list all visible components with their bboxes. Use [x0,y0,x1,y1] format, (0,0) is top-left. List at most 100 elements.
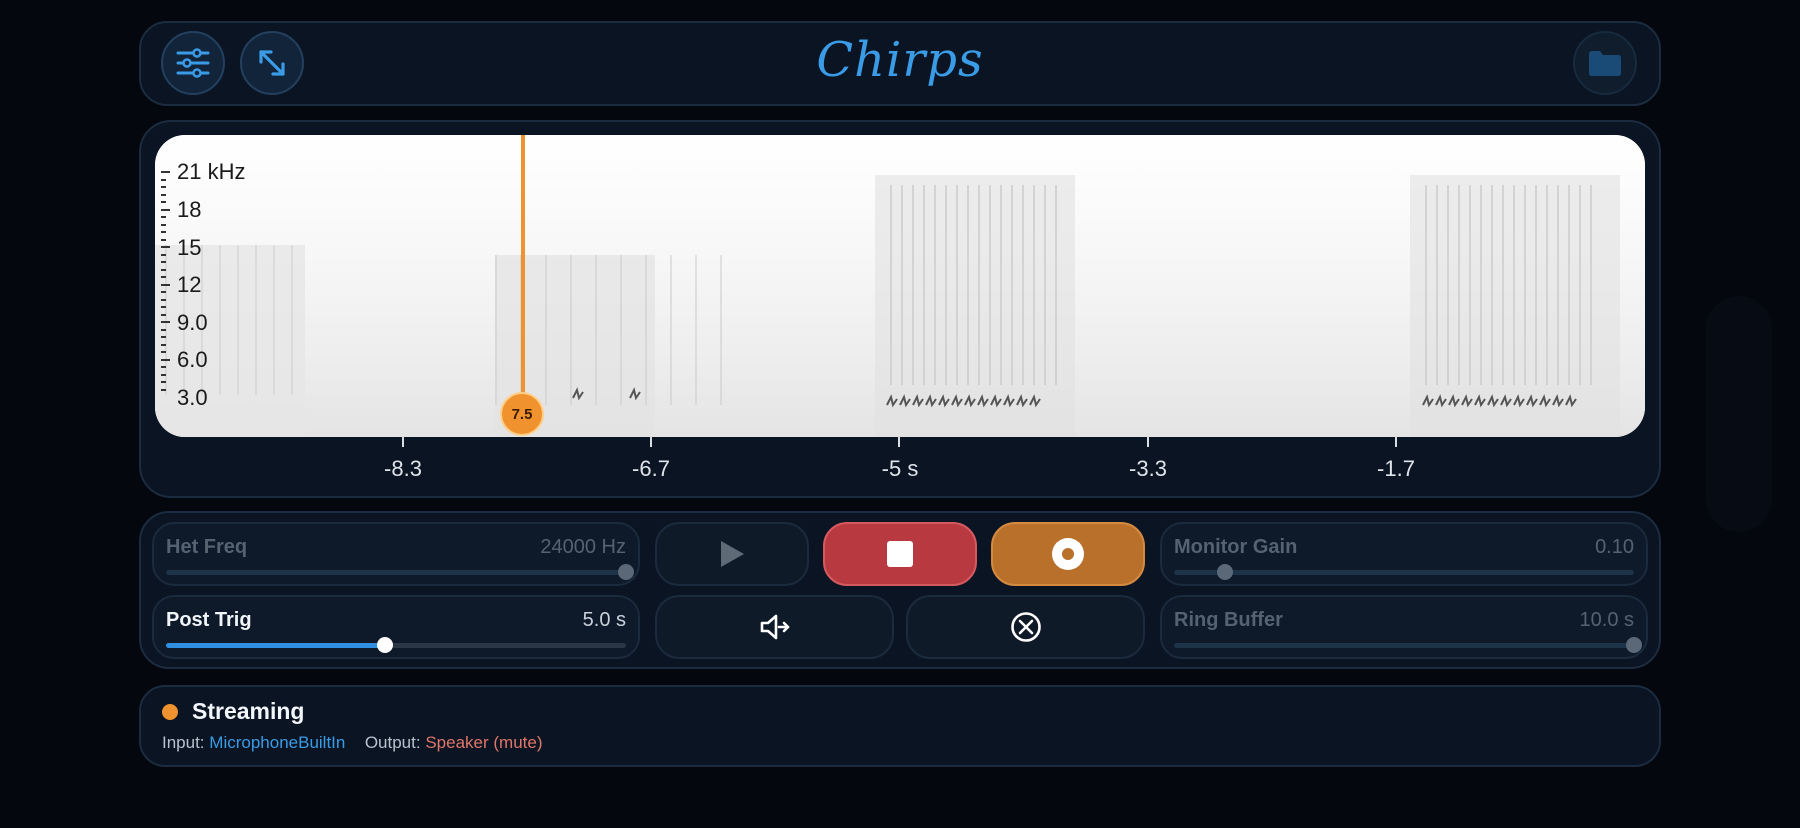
y-minor-tick [161,216,166,218]
y-minor-tick [161,388,166,391]
input-label: Input: [162,733,205,752]
x-tick [898,436,900,447]
spectro-streak [720,255,722,405]
clear-icon [1010,612,1041,642]
y-minor-tick [161,336,166,338]
ring-buffer-track [1174,637,1642,653]
spectrogram-view[interactable]: 21 kHz 18 15 12 9.0 6.0 3.0 [155,135,1645,437]
play-button[interactable] [655,522,809,586]
open-folder-button[interactable] [1573,31,1637,95]
y-minor-tick [161,268,166,271]
post-trig-knob[interactable] [376,637,393,653]
spectro-streak [570,255,572,405]
post-trig-value: 5.0 s [582,609,626,631]
spectro-streak [1044,185,1046,385]
post-trig-slider[interactable]: Post Trig 5.0 s [152,595,640,659]
het-freq-label: Het Freq [166,536,248,558]
spectro-streak [1524,185,1526,385]
spectro-streak [890,185,892,385]
y-label-9: 9.0 [177,310,208,335]
spectro-streak [1480,185,1482,385]
y-minor-tick [161,381,166,383]
monitor-gain-value: 0.10 [1595,536,1634,558]
playhead-handle[interactable]: 7.5 [500,392,544,436]
folder-icon [1589,51,1621,76]
y-minor-tick [161,201,166,203]
y-minor-tick [161,313,166,316]
spectro-streak [1425,185,1427,385]
output-label: Output: [364,733,421,752]
spectro-streak [912,185,914,385]
y-label-3: 3.0 [177,385,208,410]
playhead-label: 7.5 [511,405,533,423]
y-minor-tick [161,253,166,256]
spectro-streak [645,255,647,405]
y-minor-tick [161,358,170,361]
spectro-streak [1458,185,1460,385]
spectro-streak [237,245,239,395]
spectro-streak [1011,185,1013,385]
spectro-streak [291,245,293,395]
het-freq-value: 24000 Hz [540,536,626,558]
y-minor-tick [161,306,166,308]
x-label-1.7: -1.7 [1377,456,1415,481]
spectro-streak [901,185,903,385]
post-trig-fill [166,643,385,648]
ring-buffer-slider[interactable]: Ring Buffer 10.0 s [1160,595,1648,659]
post-trig-label: Post Trig [166,609,252,631]
ring-buffer-knob[interactable] [1626,637,1642,653]
spectro-streak [255,245,257,395]
monitor-gain-label: Monitor Gain [1174,536,1298,558]
y-minor-tick [161,171,170,173]
play-icon [721,541,744,567]
y-minor-tick [161,373,166,376]
y-minor-tick [161,321,170,323]
status-text: Streaming [192,698,305,724]
mute-output-button[interactable] [655,595,894,659]
y-label-6: 6.0 [177,347,208,372]
spectro-streak [1491,185,1493,385]
spectro-streak [945,185,947,385]
record-icon [1052,538,1084,570]
y-minor-tick [161,261,166,263]
y-minor-tick [161,238,166,241]
spectro-streak [273,245,275,395]
spectro-streak [695,255,697,405]
spectro-streak [1557,185,1559,385]
y-minor-tick [161,351,166,353]
spectro-streak [989,185,991,385]
het-freq-track [166,564,634,580]
spectro-streak [620,255,622,405]
stop-icon [887,541,913,567]
status-dot [162,704,178,720]
het-freq-slider[interactable]: Het Freq 24000 Hz [152,522,640,586]
input-device[interactable]: MicrophoneBuiltIn [209,733,345,752]
ring-buffer-label: Ring Buffer [1174,609,1283,631]
spectro-streak [595,255,597,405]
spectro-streak [1513,185,1515,385]
monitor-gain-slider[interactable]: Monitor Gain 0.10 [1160,522,1648,586]
spectro-streak [1469,185,1471,385]
output-device[interactable]: Speaker (mute) [425,733,542,752]
spectro-streak [1055,185,1057,385]
y-minor-tick [161,186,166,188]
stop-button[interactable] [823,522,977,586]
x-label-6.7: -6.7 [632,456,670,481]
y-minor-tick [161,343,166,346]
spectro-streak [1535,185,1537,385]
record-button[interactable] [991,522,1145,586]
x-label-3.3: -3.3 [1129,456,1167,481]
x-tick [1395,436,1397,447]
spectro-streak [545,255,547,405]
y-minor-tick [161,276,166,278]
spectro-streak [1590,185,1592,385]
spectro-streak [1022,185,1024,385]
het-freq-knob[interactable] [618,564,634,580]
speaker-mute-icon [760,614,789,640]
y-label-18: 18 [177,197,202,222]
y-minor-tick [161,328,166,331]
side-handle [1706,296,1772,532]
clear-button[interactable] [906,595,1145,659]
spectro-streak [1447,185,1449,385]
monitor-gain-knob[interactable] [1216,564,1233,580]
